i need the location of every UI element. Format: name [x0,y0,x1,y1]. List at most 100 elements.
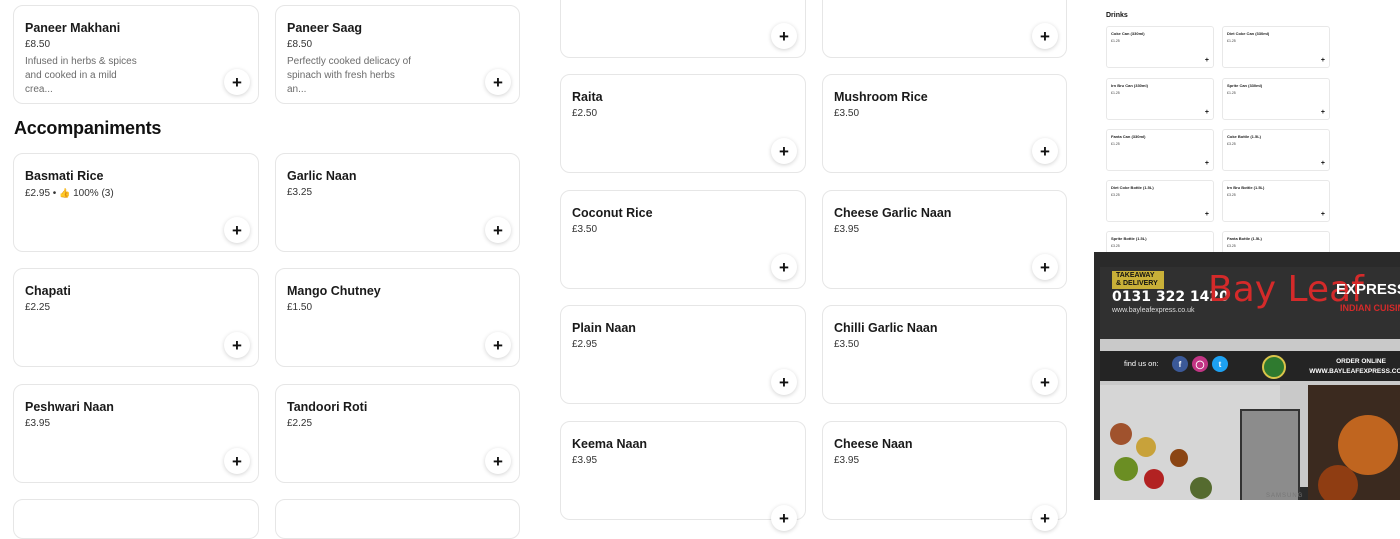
item-price: £3.95 [834,224,860,235]
add-item-button[interactable]: + [224,448,250,474]
menu-item-card[interactable]: Chilli Garlic Naan £3.50 + [822,305,1067,404]
menu-item-card[interactable]: Mango Chutney £1.50 + [275,268,520,367]
add-item-button[interactable]: + [771,254,797,280]
menu-item-card[interactable]: Coconut Rice £3.50 + [560,190,806,289]
drink-name: Fanta Bottle (1.5L) [1227,236,1262,241]
add-drink-button[interactable]: + [1205,211,1209,218]
drink-card: Coke Can (330ml) £1.25 + [1106,26,1214,68]
drink-name: Sprite Can (330ml) [1227,83,1263,88]
add-item-button[interactable]: + [224,332,250,358]
menu-item-card[interactable]: Mushroom Rice £3.50 + [822,74,1067,173]
item-name: Coconut Rice [572,206,653,220]
add-drink-button[interactable]: + [1205,160,1209,167]
item-price: £3.95 [834,455,860,466]
item-price: £2.95 [572,339,598,350]
drink-price: £3.25 [1111,193,1120,197]
add-item-button[interactable]: + [771,505,797,531]
menu-item-card[interactable]: + [822,0,1067,58]
item-name: Mango Chutney [287,284,381,298]
add-drink-button[interactable]: + [1205,109,1209,116]
menu-item-card[interactable]: Plain Naan £2.95 + [560,305,806,404]
menu-item-card[interactable]: + [560,0,806,58]
add-drink-button[interactable]: + [1205,57,1209,64]
item-price: £2.25 [25,302,51,313]
menu-item-card[interactable] [275,499,520,539]
add-drink-button[interactable]: + [1321,109,1325,116]
drink-name: Irn Bru Can (330ml) [1111,83,1148,88]
desc-line: and cooked in a mild crea... [25,70,117,95]
add-item-button[interactable]: + [224,69,250,95]
spice-bowl [1110,423,1132,445]
drink-name: Diet Coke Bottle (1.5L) [1111,185,1154,190]
item-price: £2.50 [572,108,598,119]
item-name: Garlic Naan [287,169,357,183]
drink-price: £1.25 [1111,91,1120,95]
spice-bowl [1190,477,1212,499]
item-name: Peshwari Naan [25,400,114,414]
add-drink-button[interactable]: + [1321,211,1325,218]
drink-card: Sprite Can (330ml) £1.25 + [1222,78,1330,120]
menu-item-card[interactable]: Tandoori Roti £2.25 + [275,384,520,483]
add-drink-button[interactable]: + [1321,160,1325,167]
add-item-button[interactable]: + [771,369,797,395]
spice-bowl [1170,449,1188,467]
menu-item-card[interactable]: Keema Naan £3.95 + [560,421,806,531]
thumbs-up-icon: 👍 [59,188,71,198]
order-online-text: ORDER ONLINE WWW.BAYLEAFEXPRESS.CO.UK [1306,357,1400,377]
item-price: £8.50 [25,39,51,50]
add-item-button[interactable]: + [485,332,511,358]
drink-name: Diet Coke Can (330ml) [1227,31,1270,36]
menu-item-card[interactable]: Peshwari Naan £3.95 + [13,384,259,483]
item-price: £2.95 • [25,188,57,199]
drink-price: £3.25 [1227,193,1236,197]
drink-name: Coke Bottle (1.5L) [1227,134,1262,139]
item-name: Basmati Rice [25,169,104,183]
section-title: Accompaniments [14,118,162,138]
desc-line: spinach with fresh herbs an... [287,70,395,95]
spice-bowl [1114,457,1138,481]
menu-item-card[interactable]: Raita £2.50 + [560,74,806,173]
drink-name: Sprite Bottle (1.5L) [1111,236,1147,241]
drinks-title: Drinks [1106,12,1128,19]
drink-price: £3.25 [1227,142,1236,146]
item-price: £3.50 [834,339,860,350]
drink-card: Irn Bru Can (330ml) £1.25 + [1106,78,1214,120]
takeaway-label: TAKEAWAY & DELIVERY [1112,271,1164,289]
add-item-button[interactable]: + [1032,254,1058,280]
item-name: Raita [572,90,603,104]
menu-item-card[interactable]: Paneer Makhani £8.50 Infused in herbs & … [13,5,259,104]
desc-line: Infused in herbs & spices [25,56,137,67]
drink-price: £3.25 [1227,244,1236,248]
menu-item-card[interactable]: Basmati Rice £2.95 • 👍 100% (3) + [13,153,259,252]
add-drink-button[interactable]: + [1321,57,1325,64]
add-item-button[interactable]: + [1032,369,1058,395]
drink-card: Fanta Can (330ml) £1.25 + [1106,129,1214,171]
menu-item-card[interactable]: Cheese Garlic Naan £3.95 + [822,190,1067,289]
menu-item-card[interactable]: Cheese Naan £3.95 + [822,421,1067,531]
add-item-button[interactable]: + [1032,138,1058,164]
item-name: Chilli Garlic Naan [834,321,938,335]
add-item-button[interactable]: + [771,138,797,164]
menu-item-card[interactable] [13,499,259,539]
brand-express: EXPRESS [1336,281,1400,298]
add-item-button[interactable]: + [771,23,797,49]
add-item-button[interactable]: + [485,448,511,474]
add-item-button[interactable]: + [1032,505,1058,531]
menu-item-card[interactable]: Chapati £2.25 + [13,268,259,367]
item-description: Perfectly cooked delicacy of spinach wit… [287,55,417,97]
drink-card: Fanta Bottle (1.5L) £3.25 [1222,231,1330,252]
drink-price: £3.25 [1111,244,1120,248]
item-price-rating: £2.95 • 👍 100% (3) [25,186,247,201]
brand-cuisine: INDIAN CUISINE [1340,303,1400,313]
drink-name: Irn Bru Bottle (1.5L) [1227,185,1265,190]
item-price: £8.50 [287,39,313,50]
drink-price: £1.25 [1227,39,1236,43]
menu-item-card[interactable]: Paneer Saag £8.50 Perfectly cooked delic… [275,5,520,104]
menu-item-card[interactable]: Garlic Naan £3.25 + [275,153,520,252]
add-item-button[interactable]: + [1032,23,1058,49]
add-item-button[interactable]: + [485,217,511,243]
add-item-button[interactable]: + [485,69,511,95]
add-item-button[interactable]: + [224,217,250,243]
drink-card: Diet Coke Can (330ml) £1.25 + [1222,26,1330,68]
item-name: Tandoori Roti [287,400,368,414]
